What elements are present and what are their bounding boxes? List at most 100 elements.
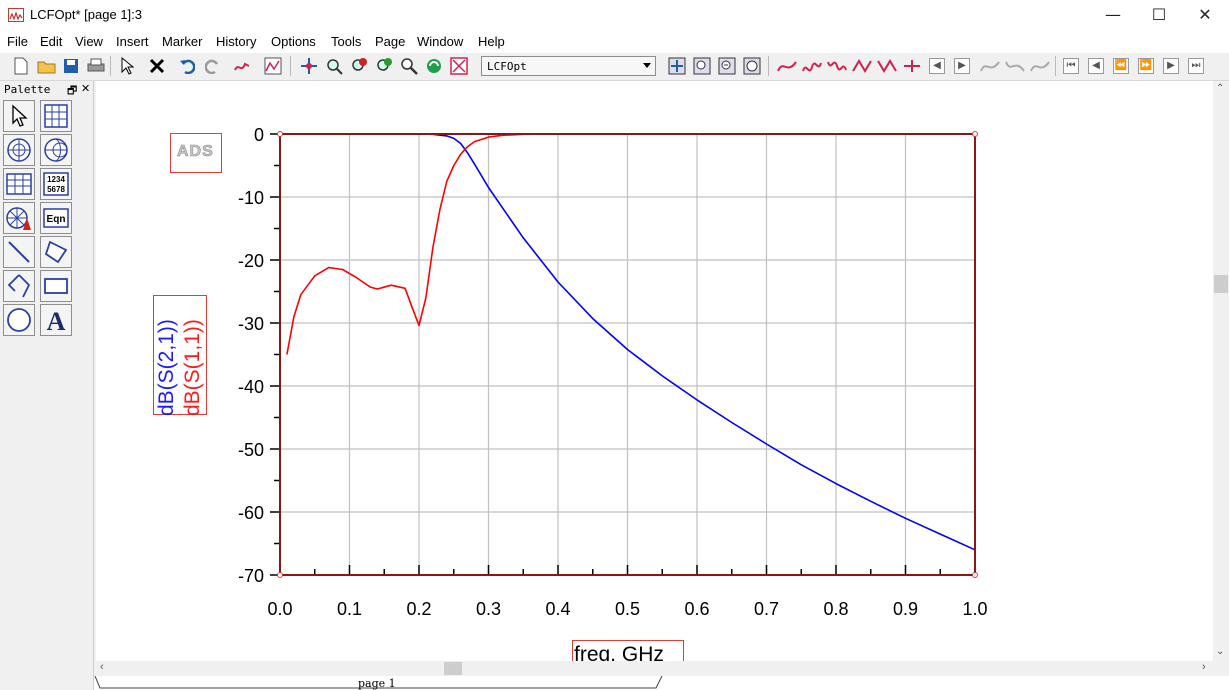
marker-right-icon[interactable]: ▶ <box>954 58 970 74</box>
marker-max-icon[interactable] <box>801 55 823 77</box>
marker-slide-right-icon[interactable] <box>1004 55 1026 77</box>
list-table-icon[interactable] <box>3 168 35 200</box>
rectangle-tool-icon[interactable] <box>40 270 72 302</box>
svg-text:5678: 5678 <box>47 185 65 194</box>
new-document-icon[interactable] <box>10 55 32 77</box>
title-bar: LCFOpt* [page 1]:3 — ☐ ✕ <box>0 0 1229 31</box>
toolbar-separator <box>768 56 769 76</box>
last-page-icon[interactable]: ⏭ <box>1188 58 1204 74</box>
trace-icon[interactable] <box>232 55 254 77</box>
maximize-button[interactable]: ☐ <box>1136 0 1182 31</box>
marker-track-icon[interactable] <box>1029 55 1051 77</box>
save-icon[interactable] <box>60 55 82 77</box>
x-tick-label: 0.5 <box>615 599 640 619</box>
vertical-scrollbar[interactable]: ⌃ ⌄ <box>1213 81 1229 661</box>
prev-step-icon[interactable]: ⏪ <box>1113 58 1129 74</box>
marker-peak-icon[interactable] <box>851 55 873 77</box>
x-axis-label: freq, GHz <box>574 643 664 661</box>
scroll-up-icon[interactable]: ⌃ <box>1216 83 1224 94</box>
page-tab-page-1[interactable]: page 1 <box>358 677 396 690</box>
delete-icon[interactable] <box>146 55 168 77</box>
menu-page[interactable]: Page <box>375 34 405 49</box>
menu-marker[interactable]: Marker <box>162 34 202 49</box>
line-tool-icon[interactable] <box>3 236 35 268</box>
scroll-right-icon[interactable]: › <box>1202 661 1206 673</box>
select-arrow-icon[interactable] <box>116 55 138 77</box>
toolbar-separator <box>110 56 111 76</box>
x-axis-label-box[interactable]: freq, GHz <box>572 640 684 661</box>
y-axis-label-s21: dB(S(2,1)) <box>155 319 178 416</box>
move-icon[interactable] <box>298 55 320 77</box>
zoom-magnify-icon[interactable] <box>398 55 420 77</box>
numeric-table-icon[interactable]: 1234 5678 <box>40 168 72 200</box>
plot-options-icon[interactable] <box>262 55 284 77</box>
first-page-icon[interactable]: ⏮ <box>1063 58 1079 74</box>
zoom-in-2x-icon[interactable] <box>348 55 370 77</box>
pointer-tool-icon[interactable] <box>3 100 35 132</box>
smith-chart-icon[interactable] <box>40 134 72 166</box>
x-tick-label: 0.7 <box>754 599 779 619</box>
zoom-fit-view-icon[interactable] <box>741 55 763 77</box>
polyline-tool-icon[interactable] <box>3 270 35 302</box>
zoom-out-view-icon[interactable] <box>716 55 738 77</box>
menu-help[interactable]: Help <box>478 34 505 49</box>
zoom-box-icon[interactable] <box>323 55 345 77</box>
y-tick-label: -10 <box>238 188 264 208</box>
toolbar-separator <box>290 56 291 76</box>
minimize-button[interactable]: — <box>1090 0 1136 31</box>
rectangular-plot[interactable]: 0.0 0.1 0.2 0.3 0.4 0.5 0.6 0.7 0.8 0.9 1.0 0 -10 -20… <box>96 81 1213 661</box>
print-icon[interactable] <box>85 55 107 77</box>
plot-grid <box>279 133 976 576</box>
menu-insert[interactable]: Insert <box>116 34 149 49</box>
menu-window[interactable]: Window <box>417 34 463 49</box>
scroll-down-icon[interactable]: ⌄ <box>1216 646 1224 657</box>
menu-file[interactable]: File <box>7 34 28 49</box>
data-display-canvas[interactable]: ADS 0.0 0.1 0.2 0.3 0.4 0.5 0.6 0.7 0.8 0.9 1.0 0 -1… <box>96 81 1213 661</box>
antenna-plot-icon[interactable] <box>3 202 35 234</box>
x-tick-label: 0.9 <box>893 599 918 619</box>
marker-min-icon[interactable] <box>826 55 848 77</box>
equation-icon[interactable]: Eqn <box>40 202 72 234</box>
view-all-icon[interactable] <box>666 55 688 77</box>
refresh-icon[interactable] <box>423 55 445 77</box>
vertical-scroll-thumb[interactable] <box>1214 275 1228 293</box>
polygon-tool-icon[interactable] <box>40 236 72 268</box>
undo-icon[interactable] <box>176 55 198 77</box>
y-tick-label: -20 <box>238 251 264 271</box>
redo-icon[interactable] <box>202 55 224 77</box>
next-page-icon[interactable]: ▶ <box>1163 58 1179 74</box>
menu-edit[interactable]: Edit <box>40 34 62 49</box>
marker-normal-icon[interactable] <box>776 55 798 77</box>
zoom-in-view-icon[interactable] <box>691 55 713 77</box>
open-folder-icon[interactable] <box>36 55 58 77</box>
x-tick-label: 1.0 <box>962 599 987 619</box>
horizontal-scrollbar[interactable]: ‹ › <box>94 661 1213 676</box>
close-button[interactable]: ✕ <box>1182 0 1228 31</box>
design-select-dropdown[interactable]: LCFOpt <box>481 56 656 76</box>
design-select-value: LCFOpt <box>487 60 527 73</box>
y-axis-label-box[interactable]: dB(S(2,1)) dB(S(1,1)) <box>153 295 207 416</box>
menu-history[interactable]: History <box>216 34 256 49</box>
next-step-icon[interactable]: ⏩ <box>1138 58 1154 74</box>
marker-slide-left-icon[interactable] <box>979 55 1001 77</box>
selection-handle <box>972 572 978 578</box>
circle-tool-icon[interactable] <box>3 304 35 336</box>
marker-valley-icon[interactable] <box>876 55 898 77</box>
menu-tools[interactable]: Tools <box>331 34 361 49</box>
rectangular-plot-icon[interactable] <box>40 100 72 132</box>
svg-text:1234: 1234 <box>47 175 65 184</box>
scroll-left-icon[interactable]: ‹ <box>100 661 104 673</box>
text-tool-icon[interactable]: A <box>40 304 72 336</box>
prev-page-icon[interactable]: ◀ <box>1088 58 1104 74</box>
menu-view[interactable]: View <box>75 34 103 49</box>
menu-options[interactable]: Options <box>271 34 316 49</box>
marker-left-icon[interactable]: ◀ <box>929 58 945 74</box>
close-palette-icon[interactable]: ✕ <box>81 82 90 95</box>
polar-plot-icon[interactable] <box>3 134 35 166</box>
marker-delta-icon[interactable] <box>901 55 923 77</box>
horizontal-scroll-thumb[interactable] <box>444 662 462 675</box>
zoom-out-2x-icon[interactable] <box>373 55 395 77</box>
float-panel-icon[interactable]: 🗗 <box>67 82 77 101</box>
x-tick-label: 0.0 <box>267 599 292 619</box>
stop-icon[interactable] <box>448 55 470 77</box>
